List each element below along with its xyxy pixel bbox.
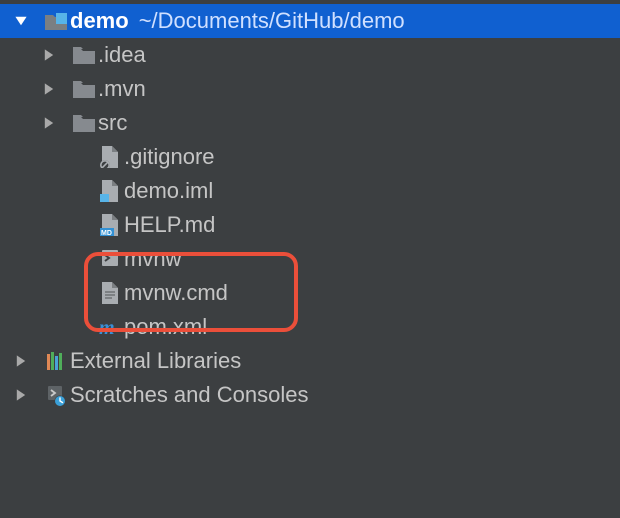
item-label: Scratches and Consoles bbox=[70, 382, 308, 408]
chevron-right-icon[interactable] bbox=[42, 48, 70, 62]
file-maven-icon: m bbox=[96, 316, 124, 338]
tree-item-src[interactable]: src bbox=[0, 106, 620, 140]
item-label: .mvn bbox=[98, 76, 146, 102]
file-md-icon: MD bbox=[96, 214, 124, 236]
root-path: ~/Documents/GitHub/demo bbox=[139, 8, 405, 34]
folder-icon bbox=[70, 80, 98, 98]
project-tree[interactable]: demo ~/Documents/GitHub/demo .idea .mvn … bbox=[0, 0, 620, 412]
item-label: HELP.md bbox=[124, 212, 215, 238]
item-label: mvnw.cmd bbox=[124, 280, 228, 306]
chevron-right-icon[interactable] bbox=[42, 82, 70, 96]
tree-item-pom[interactable]: m pom.xml bbox=[0, 310, 620, 344]
folder-icon bbox=[70, 114, 98, 132]
tree-item-mvnwcmd[interactable]: mvnw.cmd bbox=[0, 276, 620, 310]
libraries-icon bbox=[42, 350, 70, 372]
chevron-down-icon[interactable] bbox=[14, 14, 42, 28]
svg-text:MD: MD bbox=[101, 230, 112, 236]
item-label: .gitignore bbox=[124, 144, 215, 170]
item-label: pom.xml bbox=[124, 314, 207, 340]
tree-item-gitignore[interactable]: .gitignore bbox=[0, 140, 620, 174]
tree-item-iml[interactable]: demo.iml bbox=[0, 174, 620, 208]
file-txt-icon bbox=[96, 282, 124, 304]
item-label: demo.iml bbox=[124, 178, 213, 204]
item-label: .idea bbox=[98, 42, 146, 68]
root-name: demo bbox=[70, 8, 129, 34]
file-iml-icon bbox=[96, 180, 124, 202]
tree-item-mvn[interactable]: .mvn bbox=[0, 72, 620, 106]
folder-icon bbox=[70, 46, 98, 64]
chevron-right-icon[interactable] bbox=[14, 354, 42, 368]
tree-root-row[interactable]: demo ~/Documents/GitHub/demo bbox=[0, 4, 620, 38]
tree-item-helpmd[interactable]: MD HELP.md bbox=[0, 208, 620, 242]
scratches-icon bbox=[42, 384, 70, 406]
file-sh-icon bbox=[96, 248, 124, 270]
item-label: mvnw bbox=[124, 246, 181, 272]
file-ignore-icon bbox=[96, 146, 124, 168]
chevron-right-icon[interactable] bbox=[14, 388, 42, 402]
tree-item-scratches[interactable]: Scratches and Consoles bbox=[0, 378, 620, 412]
svg-text:m: m bbox=[99, 317, 115, 338]
tree-item-mvnw[interactable]: mvnw bbox=[0, 242, 620, 276]
tree-item-external-libraries[interactable]: External Libraries bbox=[0, 344, 620, 378]
module-folder-icon bbox=[42, 12, 70, 30]
item-label: External Libraries bbox=[70, 348, 241, 374]
tree-item-idea[interactable]: .idea bbox=[0, 38, 620, 72]
item-label: src bbox=[98, 110, 127, 136]
chevron-right-icon[interactable] bbox=[42, 116, 70, 130]
